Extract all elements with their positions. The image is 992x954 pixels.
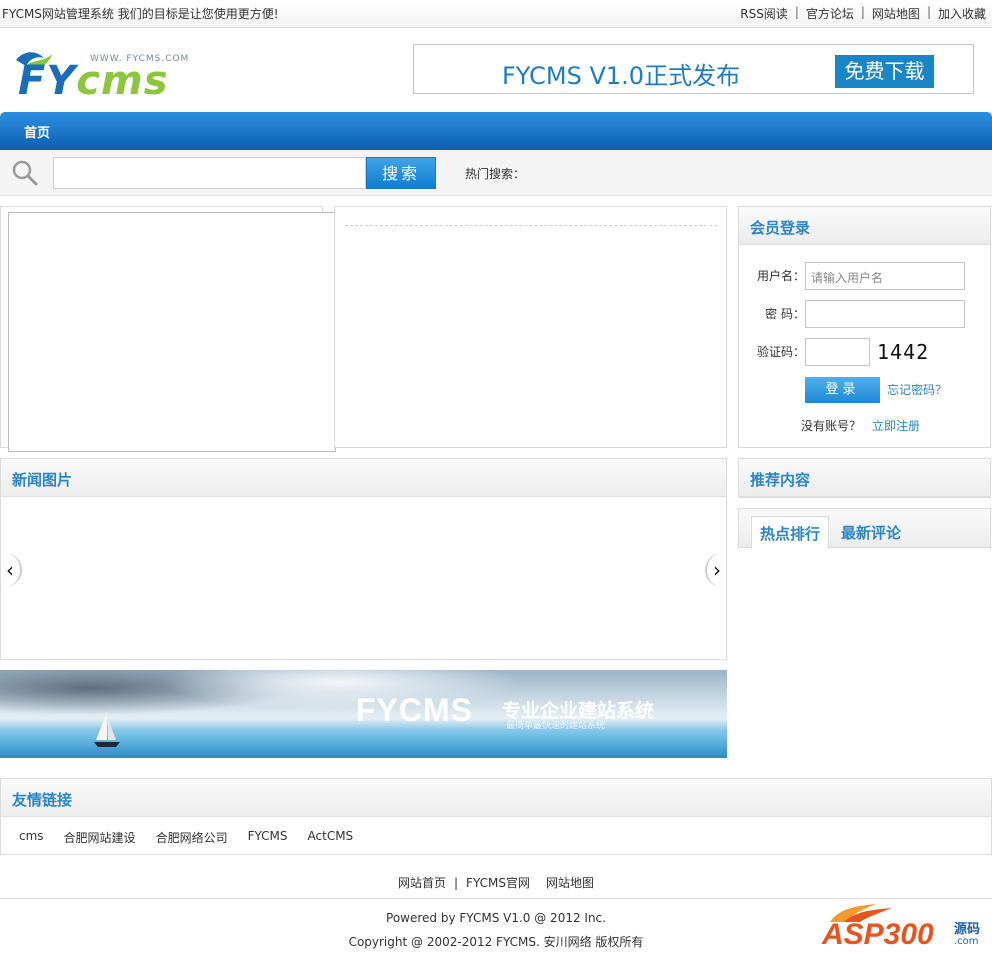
free-download-button[interactable]: 免费下载 [835,55,934,88]
site-slogan: FYCMS网站管理系统 我们的目标是让您使用更方便! [2,7,279,21]
panel-header: 推荐内容 [739,459,990,497]
no-account-text: 没有账号？ [801,419,862,433]
login-button[interactable]: 登录 [805,377,880,403]
sailboat-icon [94,712,120,747]
banner-subline: 最简单最快速的建站系统 [506,721,606,731]
friend-link[interactable]: ActCMS [308,829,354,846]
news-list [334,206,727,448]
sitemap-link[interactable]: 网站地图 [872,5,920,22]
banner-brand: FYCMS [356,692,473,728]
search-input[interactable] [53,157,366,189]
news-pictures-panel: 新闻图片 ‹ › [0,458,727,660]
release-banner[interactable]: FYCMS V1.0正式发布 免费下载 [413,44,974,94]
friend-link[interactable]: 合肥网络公司 [156,829,228,846]
hot-search-label: 热门搜索： [465,167,526,181]
member-login-panel: 会员登录 用户名： 请输入用户名 密 码： 验证码： 1442 登录 忘记密码？… [738,206,991,448]
slider-frame[interactable] [8,212,336,452]
footer-sitemap-link[interactable]: 网站地图 [546,876,594,890]
top-links: RSS阅读 | 官方论坛 | 网站地图 | 加入收藏 [740,5,986,22]
forum-link[interactable]: 官方论坛 [806,5,854,22]
top-link-separator: | [794,5,799,19]
release-title: FYCMS V1.0正式发布 [502,62,741,90]
register-link[interactable]: 立即注册 [872,417,920,434]
ranking-tabs: 热点排行 最新评论 [738,508,991,549]
friend-link[interactable]: FYCMS [248,829,288,846]
site-logo[interactable]: WWW. FYCMS.COM FYcms [14,44,194,104]
add-favorite-link[interactable]: 加入收藏 [938,5,986,22]
recommend-panel: 推荐内容 [738,458,991,498]
tab-hot-ranking[interactable]: 热点排行 [751,516,830,549]
footer-nav: 网站首页 | FYCMS官网 网站地图 [0,874,992,891]
top-bar: FYCMS网站管理系统 我们的目标是让您使用更方便! RSS阅读 | 官方论坛 … [0,0,992,28]
footer-divider [0,898,992,899]
panel-header: 会员登录 [739,207,990,245]
friend-links-title: 友情链接 [12,791,73,809]
watermark-main: ASP300 [822,918,934,951]
tab-latest-comments[interactable]: 最新评论 [833,516,909,549]
search-button[interactable]: 搜索 [366,157,436,189]
main-nav: 首页 [0,112,992,150]
panel-header: 新闻图片 [1,459,726,497]
arrow-right-icon[interactable]: › [705,553,727,587]
login-title: 会员登录 [750,219,811,237]
top-link-separator: | [926,5,931,19]
top-link-separator: | [860,5,865,19]
forgot-password-link[interactable]: 忘记密码？ [887,381,947,398]
captcha-input[interactable] [805,338,870,366]
news-pictures-title: 新闻图片 [12,471,73,489]
password-label: 密 码： [765,307,805,321]
panel-header: 友情链接 [1,779,991,817]
news-divider [345,225,717,226]
username-label: 用户名： [756,269,805,283]
ad-banner[interactable]: FYCMS 专业企业建站系统 最简单最快速的建站系统 [0,670,727,758]
footer-official-link[interactable]: FYCMS官网 [466,876,530,890]
friend-link[interactable]: cms [19,829,44,846]
captcha-label: 验证码： [756,345,805,359]
watermark-side-top: 源码 [954,922,981,937]
footer-home-link[interactable]: 网站首页 [398,876,446,890]
friend-links-panel: 友情链接 cms 合肥网站建设 合肥网络公司 FYCMS ActCMS [0,778,992,855]
nav-item-home[interactable]: 首页 [24,122,50,141]
username-input[interactable]: 请输入用户名 [805,262,965,290]
asp300-watermark: ASP300 源码 .com [822,900,992,954]
search-icon [12,160,38,186]
arrow-left-icon[interactable]: ‹ [0,553,22,587]
password-input[interactable] [805,300,965,328]
image-slider [0,206,336,452]
friend-links-list: cms 合肥网站建设 合肥网络公司 FYCMS ActCMS [19,829,373,846]
friend-link[interactable]: 合肥网站建设 [64,829,136,846]
watermark-side-bottom: .com [954,936,979,947]
logo-wordmark: FYcms [18,58,169,104]
footer-separator: | [454,876,459,890]
captcha-image[interactable]: 1442 [877,340,929,364]
rss-link[interactable]: RSS阅读 [740,5,788,22]
recommend-title: 推荐内容 [750,471,811,489]
search-bar: 搜索 热门搜索： [0,150,992,196]
